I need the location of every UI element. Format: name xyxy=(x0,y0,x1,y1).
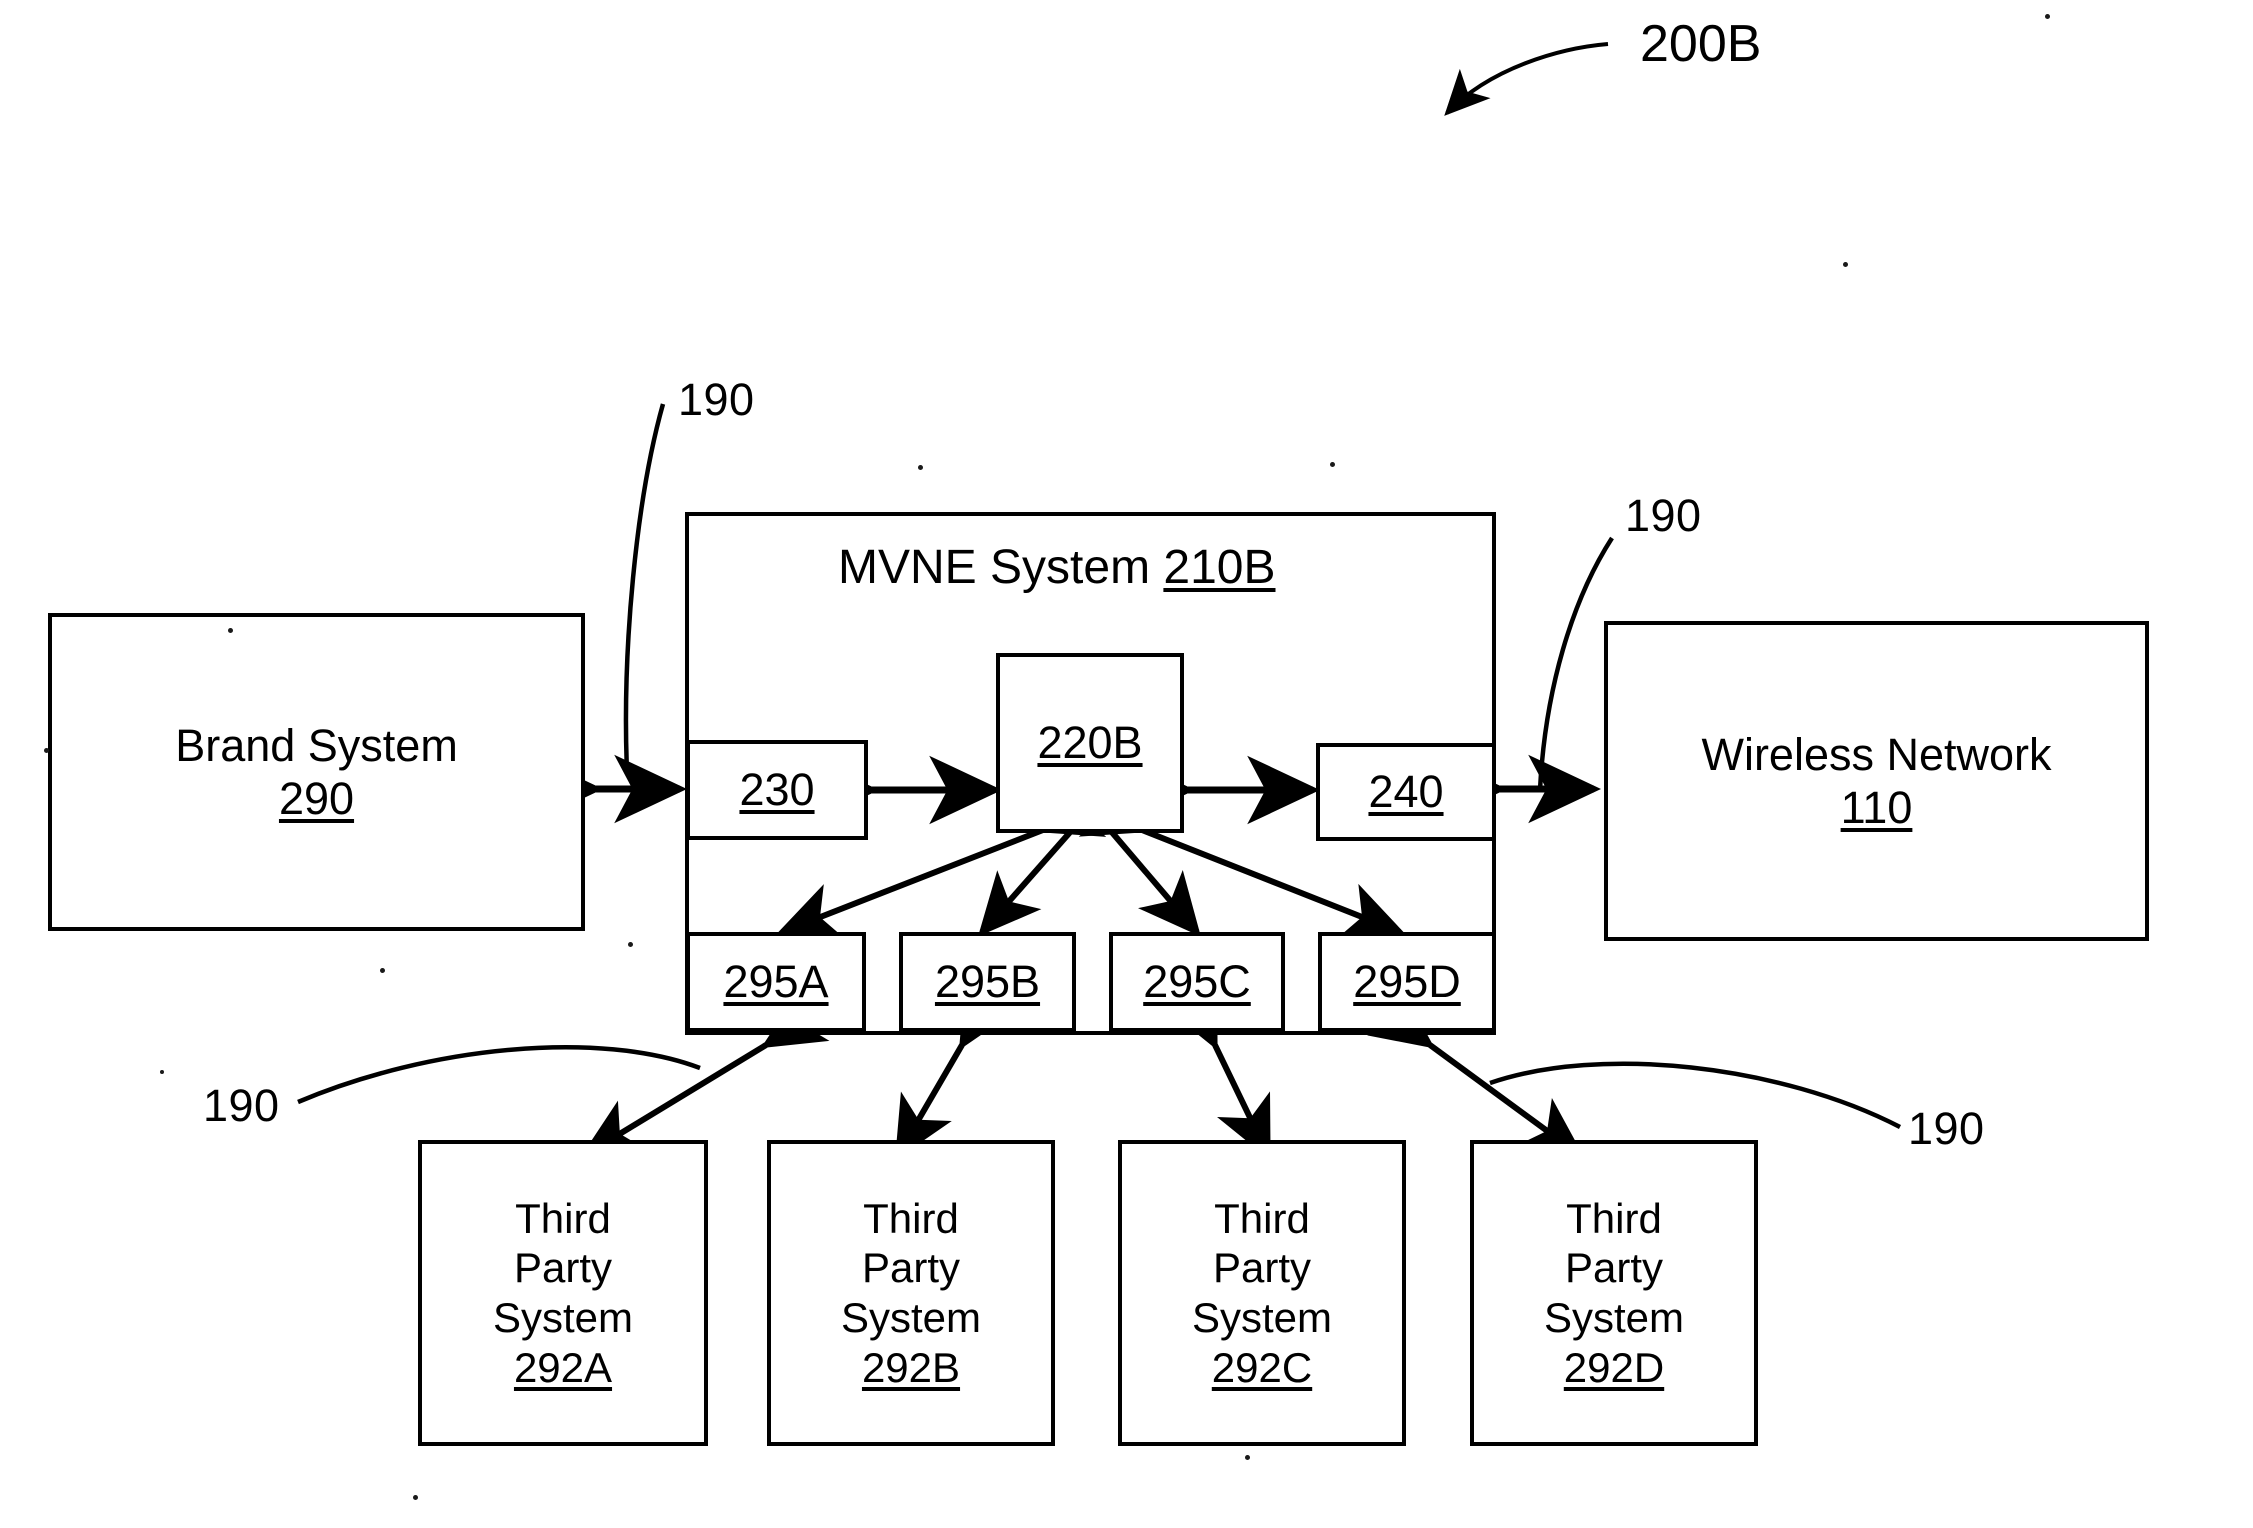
third-party-292c-line1: Third xyxy=(1214,1194,1310,1242)
scan-speck xyxy=(918,465,923,470)
wireless-network-ref: 110 xyxy=(1840,782,1913,833)
scan-speck xyxy=(160,1070,164,1074)
mvne-module-220b-ref: 220B xyxy=(1037,717,1143,769)
third-party-292b-line3: System xyxy=(840,1294,982,1341)
mvne-system-title: MVNE System 210B xyxy=(838,540,1276,595)
mvne-interface-295d-ref: 295D xyxy=(1353,956,1461,1008)
mvne-module-220b[interactable]: 220B xyxy=(996,653,1184,833)
mvne-interface-295a-ref: 295A xyxy=(723,956,829,1008)
third-party-292b-line1: Third xyxy=(863,1194,959,1242)
third-party-system-292c[interactable]: Third Party System 292C xyxy=(1118,1140,1406,1446)
connector-label-190-top-right: 190 xyxy=(1625,490,1702,541)
mvne-interface-295c[interactable]: 295C xyxy=(1109,932,1285,1032)
scan-speck xyxy=(2045,14,2050,19)
scan-speck xyxy=(1245,1455,1250,1460)
brand-system-box[interactable]: Brand System 290 xyxy=(48,613,585,931)
third-party-292a-line2: Party xyxy=(513,1244,613,1292)
third-party-292b-ref: 292B xyxy=(861,1343,961,1391)
connector-label-190-top-left: 190 xyxy=(678,374,755,425)
arrow-295c-to-292c xyxy=(1164,981,1271,1161)
third-party-292b-line2: Party xyxy=(861,1244,961,1292)
arrow-295b-to-292b xyxy=(894,981,1016,1161)
leader-190-bottom-right xyxy=(1489,1061,1902,1129)
scan-speck xyxy=(44,748,49,753)
third-party-system-292d[interactable]: Third Party System 292D xyxy=(1470,1140,1758,1446)
mvne-interface-295b-ref: 295B xyxy=(934,956,1041,1008)
third-party-292a-line1: Third xyxy=(515,1194,611,1242)
leader-190-bottom-left xyxy=(297,1045,701,1105)
brand-system-label: Brand System xyxy=(175,719,458,771)
mvne-interface-295d[interactable]: 295D xyxy=(1318,932,1496,1032)
third-party-292d-line1: Third xyxy=(1566,1194,1662,1242)
figure-number-label: 200B xyxy=(1640,15,1762,73)
brand-system-ref: 290 xyxy=(278,773,355,824)
patent-figure-canvas: 200B 190 190 190 190 Brand System 290 Wi… xyxy=(0,0,2253,1528)
mvne-module-230[interactable]: 230 xyxy=(686,740,868,840)
scan-speck xyxy=(380,968,385,973)
wireless-network-box[interactable]: Wireless Network 110 xyxy=(1604,621,2149,941)
mvne-module-230-ref: 230 xyxy=(739,764,815,816)
scan-speck xyxy=(413,1495,418,1500)
arrow-295a-to-292a xyxy=(579,990,830,1159)
mvne-interface-295b[interactable]: 295B xyxy=(899,932,1076,1032)
mvne-module-240[interactable]: 240 xyxy=(1316,743,1496,841)
scan-speck xyxy=(628,942,633,947)
third-party-292c-ref: 292C xyxy=(1211,1343,1313,1391)
connector-label-190-bottom-left: 190 xyxy=(203,1080,280,1131)
third-party-system-292a[interactable]: Third Party System 292A xyxy=(418,1140,708,1446)
third-party-292a-line3: System xyxy=(492,1294,634,1341)
leader-190-top-left xyxy=(623,403,666,773)
scan-speck xyxy=(1330,462,1335,467)
third-party-292d-line3: System xyxy=(1543,1294,1685,1341)
figure-leader-200b xyxy=(1444,42,1609,116)
mvne-system-title-text: MVNE System xyxy=(838,541,1164,594)
wireless-network-label: Wireless Network xyxy=(1701,728,2052,780)
mvne-module-240-ref: 240 xyxy=(1368,766,1444,818)
third-party-292d-ref: 292D xyxy=(1563,1343,1665,1391)
connector-label-190-bottom-right: 190 xyxy=(1908,1103,1985,1154)
leader-190-top-right xyxy=(1537,536,1614,791)
mvne-system-title-ref: 210B xyxy=(1163,541,1276,594)
arrow-295d-to-292d xyxy=(1367,987,1585,1159)
mvne-interface-295a[interactable]: 295A xyxy=(686,932,866,1032)
third-party-292d-line2: Party xyxy=(1564,1244,1664,1292)
third-party-292c-line2: Party xyxy=(1212,1244,1312,1292)
third-party-292a-ref: 292A xyxy=(513,1343,613,1391)
mvne-interface-295c-ref: 295C xyxy=(1143,956,1251,1008)
third-party-system-292b[interactable]: Third Party System 292B xyxy=(767,1140,1055,1446)
third-party-292c-line3: System xyxy=(1191,1294,1333,1341)
scan-speck xyxy=(228,628,233,633)
scan-speck xyxy=(1843,262,1848,267)
